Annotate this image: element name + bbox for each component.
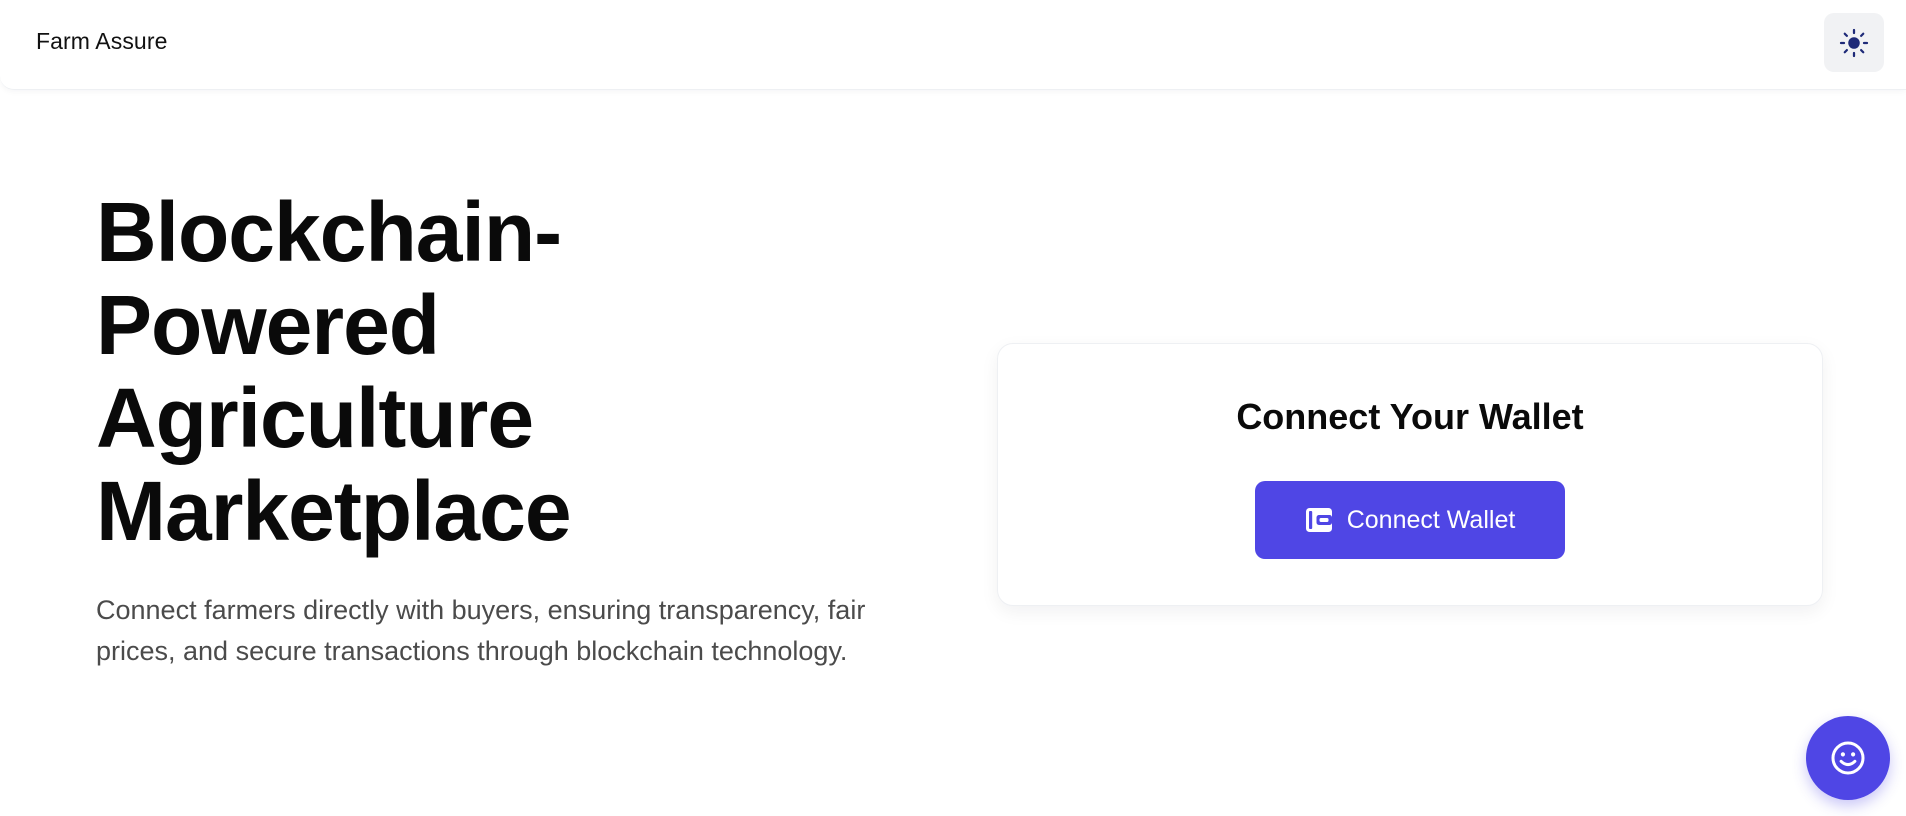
connect-wallet-button[interactable]: Connect Wallet xyxy=(1255,481,1565,559)
chat-assistant-button[interactable] xyxy=(1806,716,1890,800)
hero-title: Blockchain- Powered Agriculture Marketpl… xyxy=(96,186,816,558)
page: Farm Assure Blockchain- Powered Agricult… xyxy=(0,0,1906,816)
hero-title-line-4: Marketplace xyxy=(96,464,572,558)
smile-icon xyxy=(1831,741,1865,775)
brand-name[interactable]: Farm Assure xyxy=(36,28,167,55)
wallet-icon xyxy=(1305,508,1332,532)
sun-icon xyxy=(1839,28,1869,57)
hero-title-line-2: Powered xyxy=(96,278,440,372)
hero-title-line-3: Agriculture xyxy=(96,371,534,465)
top-navbar: Farm Assure xyxy=(0,0,1906,90)
connect-wallet-label: Connect Wallet xyxy=(1346,505,1516,534)
theme-toggle-button[interactable] xyxy=(1824,13,1884,72)
connect-wallet-card: Connect Your Wallet Connect Wallet xyxy=(997,343,1823,606)
wallet-card-title: Connect Your Wallet xyxy=(1236,396,1584,437)
hero-title-line-1: Blockchain- xyxy=(96,185,562,279)
hero-subtitle: Connect farmers directly with buyers, en… xyxy=(96,595,866,666)
